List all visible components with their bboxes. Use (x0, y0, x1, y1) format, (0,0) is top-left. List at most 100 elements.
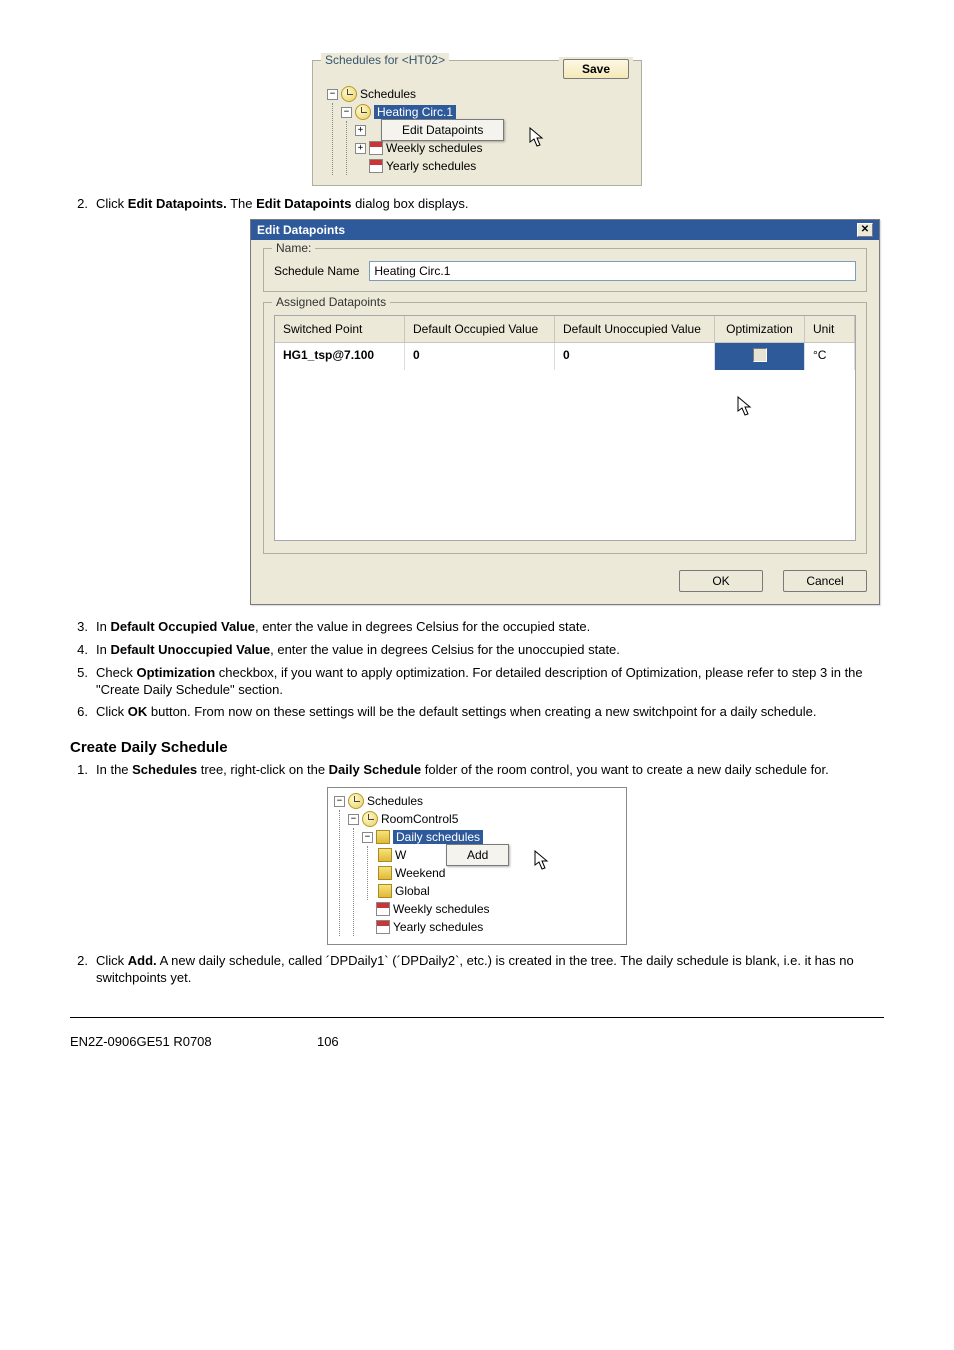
expander-plus-icon[interactable]: + (355, 125, 366, 136)
dialog-button-row: OK Cancel (263, 564, 867, 592)
cell-optimization[interactable] (715, 343, 805, 370)
text-bold: Edit Datapoints. (128, 196, 227, 211)
cursor-icon (737, 396, 755, 421)
text-bold: Default Unoccupied Value (110, 642, 270, 657)
grid-header: Switched Point Default Occupied Value De… (275, 316, 855, 343)
text: A new daily schedule, called ´DPDaily1` … (96, 953, 854, 985)
tree-root-label: Schedules (367, 794, 423, 808)
tree-root[interactable]: − Schedules (327, 85, 633, 103)
footer-divider (70, 1017, 884, 1018)
cursor-icon (529, 127, 547, 152)
step-num: 4. (70, 642, 96, 659)
context-menu-add: Add (446, 844, 509, 866)
tree: − Schedules − Heating Circ.1 + (321, 79, 633, 175)
text: Click (96, 953, 128, 968)
schedule-name-input[interactable] (369, 261, 856, 281)
tree-item-weekly[interactable]: + Weekly schedules (355, 139, 633, 157)
schedule-icon (378, 866, 392, 880)
dialog-titlebar: Edit Datapoints ✕ (251, 220, 879, 240)
step-3: 3. In Default Occupied Value, enter the … (70, 619, 884, 636)
col-unoccupied: Default Unoccupied Value (555, 316, 715, 343)
tree-item-weekly[interactable]: Weekly schedules (362, 900, 620, 918)
step-num: 2. (70, 196, 96, 213)
text: tree, right-click on the (197, 762, 329, 777)
text-bold: Schedules (132, 762, 197, 777)
cell-unoccupied[interactable]: 0 (555, 343, 715, 370)
col-unit: Unit (805, 316, 855, 343)
ctx-edit-datapoints[interactable]: Edit Datapoints (382, 120, 503, 140)
clock-icon (355, 104, 371, 120)
expander-minus-icon[interactable]: − (348, 814, 359, 825)
tree-yearly-label: Yearly schedules (393, 920, 483, 934)
footer: EN2Z-0906GE51 R0708 106 (70, 1034, 884, 1049)
legend-assigned: Assigned Datapoints (272, 295, 390, 309)
clock-icon (348, 793, 364, 809)
text-bold: Edit Datapoints (256, 196, 351, 211)
footer-page-number: 106 (317, 1034, 339, 1049)
cell-point: HG1_tsp@7.100 (275, 343, 405, 370)
calendar-icon (369, 141, 383, 155)
tree-selected-label: Heating Circ.1 (374, 105, 456, 119)
text: Check (96, 665, 136, 680)
page: Schedules for <HT02> Save − Schedules − (0, 0, 954, 1079)
footer-doc-id: EN2Z-0906GE51 R0708 (70, 1034, 212, 1049)
text-bold: Add. (128, 953, 157, 968)
text-bold: OK (128, 704, 148, 719)
text: In the (96, 762, 132, 777)
tree-weekend-label: Weekend (395, 866, 445, 880)
tree-root-label: Schedules (360, 87, 416, 101)
daily-schedule-tree: − Schedules − RoomControl5 − Daily sched… (327, 787, 627, 945)
step-4: 4. In Default Unoccupied Value, enter th… (70, 642, 884, 659)
label-schedule-name: Schedule Name (274, 264, 359, 278)
heading-create-daily: Create Daily Schedule (70, 739, 884, 756)
tree-weekly-label: Weekly schedules (386, 141, 483, 155)
tree-item-weekend[interactable]: Weekend (376, 864, 620, 882)
grid-row[interactable]: HG1_tsp@7.100 0 0 °C (275, 343, 855, 370)
tree-item-yearly[interactable]: Yearly schedules (362, 918, 620, 936)
step-2: 2. Click Edit Datapoints. The Edit Datap… (70, 196, 884, 213)
tree-weekly-label: Weekly schedules (393, 902, 490, 916)
save-button[interactable]: Save (563, 59, 629, 79)
datapoints-grid: Switched Point Default Occupied Value De… (274, 315, 856, 541)
expander-minus-icon[interactable]: − (341, 107, 352, 118)
create-step-2: 2. Click Add. A new daily schedule, call… (70, 953, 884, 987)
expander-plus-icon[interactable]: + (355, 143, 366, 154)
cancel-button[interactable]: Cancel (783, 570, 867, 592)
expander-minus-icon[interactable]: − (334, 796, 345, 807)
col-occupied: Default Occupied Value (405, 316, 555, 343)
tree-item-global[interactable]: Global (376, 882, 620, 900)
cell-occupied[interactable]: 0 (405, 343, 555, 370)
text: dialog box displays. (351, 196, 468, 211)
col-switched: Switched Point (275, 316, 405, 343)
context-menu: Edit Datapoints (381, 119, 504, 141)
schedule-icon (378, 848, 392, 862)
grid-empty-area (275, 370, 855, 540)
close-icon[interactable]: ✕ (857, 223, 873, 237)
text: , enter the value in degrees Celsius for… (255, 619, 590, 634)
step-6: 6. Click OK button. From now on these se… (70, 704, 884, 721)
text-bold: Default Occupied Value (110, 619, 255, 634)
tree-room[interactable]: − RoomControl5 (348, 810, 620, 828)
panel1-container: Schedules for <HT02> Save − Schedules − (70, 60, 884, 186)
dialog-title-text: Edit Datapoints (257, 223, 345, 237)
text: Click (96, 704, 128, 719)
text-bold: Optimization (136, 665, 215, 680)
folder-icon (376, 830, 390, 844)
tree-item-yearly[interactable]: Yearly schedules (355, 157, 633, 175)
tree-root[interactable]: − Schedules (334, 792, 620, 810)
ok-button[interactable]: OK (679, 570, 763, 592)
legend-name: Name: (272, 241, 315, 255)
tree-w-label: W (395, 848, 406, 862)
text: In (96, 642, 110, 657)
calendar-icon (376, 902, 390, 916)
fieldset-assigned: Assigned Datapoints Switched Point Defau… (263, 302, 867, 554)
calendar-icon (369, 159, 383, 173)
tree-global-label: Global (395, 884, 430, 898)
text: The (227, 196, 256, 211)
panel2-container: − Schedules − RoomControl5 − Daily sched… (70, 787, 884, 945)
tree-daily-label: Daily schedules (393, 830, 483, 844)
ctx-add[interactable]: Add (447, 845, 508, 865)
checkbox-icon[interactable] (753, 348, 767, 362)
expander-minus-icon[interactable]: − (327, 89, 338, 100)
expander-minus-icon[interactable]: − (362, 832, 373, 843)
